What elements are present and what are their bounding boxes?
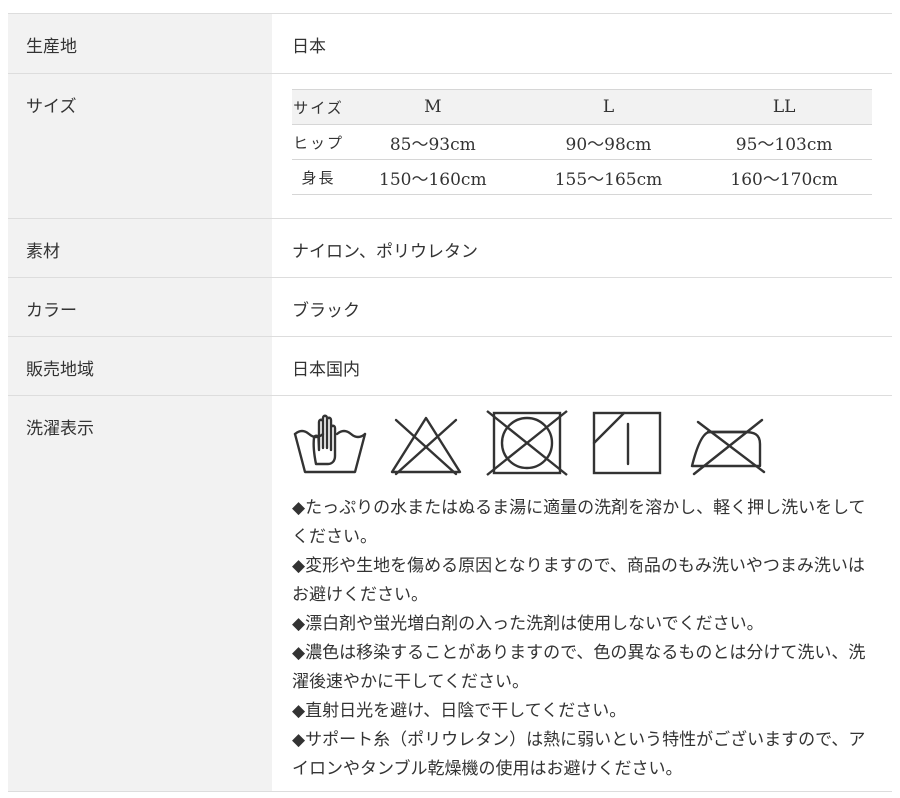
size-chart-row-label: ヒップ	[292, 133, 344, 152]
size-chart-header: サイズ M L LL	[292, 89, 872, 125]
no-bleach-icon	[390, 416, 462, 476]
spec-row-care: 洗濯表示 ◆たっぷりの水またはぬるま湯に適量の洗剤を溶かし、軽く押し洗いをしてく…	[8, 395, 892, 792]
care-symbols	[292, 410, 872, 486]
size-chart-cell: 90〜98cm	[565, 134, 652, 155]
size-chart-row-label: 身長	[301, 168, 336, 187]
spec-row-color: カラー ブラック	[8, 277, 892, 337]
size-chart-row-height: 身長 150〜160cm 155〜165cm 160〜170cm	[292, 159, 872, 195]
size-chart-row-hip: ヒップ 85〜93cm 90〜98cm 95〜103cm	[292, 124, 872, 160]
spec-label-origin: 生産地	[8, 13, 272, 74]
spec-row-region: 販売地域 日本国内	[8, 336, 892, 396]
size-chart: サイズ M L LL ヒップ 85〜93cm 90〜98cm 95〜103cm …	[292, 89, 872, 195]
size-chart-cell: 85〜93cm	[389, 134, 476, 155]
spec-value-region: 日本国内	[292, 360, 360, 380]
size-chart-cell: 160〜170cm	[730, 169, 838, 190]
size-chart-header-cell: LL	[696, 89, 872, 125]
spec-label-size: サイズ	[8, 73, 272, 219]
spec-value-material: ナイロン、ポリウレタン	[292, 242, 478, 262]
size-chart-cell: 95〜103cm	[735, 134, 833, 155]
care-note: ◆たっぷりの水またはぬるま湯に適量の洗剤を溶かし、軽く押し洗いをしてください。	[292, 498, 866, 547]
care-note: ◆変形や生地を傷める原因となりますので、商品のもみ洗いやつまみ洗いはお避けくださ…	[292, 556, 865, 605]
spec-label-care: 洗濯表示	[8, 395, 272, 792]
spec-value-size: サイズ M L LL ヒップ 85〜93cm 90〜98cm 95〜103cm …	[272, 74, 892, 219]
drip-dry-shade-icon	[592, 411, 662, 475]
size-chart-header-cell: サイズ	[292, 89, 345, 125]
spec-value-color: ブラック	[292, 301, 360, 321]
size-chart-header-cell: L	[520, 89, 697, 125]
no-iron-icon	[690, 418, 766, 476]
size-chart-cell: 150〜160cm	[379, 169, 487, 190]
spec-label-region: 販売地域	[8, 336, 272, 396]
care-note: ◆濃色は移染することがありますので、色の異なるものとは分けて洗い、洗濯後速やかに…	[292, 643, 866, 692]
spec-label-color: カラー	[8, 277, 272, 337]
spec-value-origin: 日本	[292, 37, 326, 57]
size-chart-cell: 155〜165cm	[554, 169, 663, 190]
size-chart-header-cell: M	[344, 89, 521, 125]
spec-value-care: ◆たっぷりの水またはぬるま湯に適量の洗剤を溶かし、軽く押し洗いをしてください。 …	[272, 396, 892, 792]
hand-wash-icon	[293, 414, 367, 474]
no-tumble-dry-icon	[486, 410, 568, 476]
product-spec-table: 生産地 日本 サイズ サイズ M L LL ヒップ 85〜93cm 90〜98c…	[8, 13, 892, 792]
care-note: ◆漂白剤や蛍光増白剤の入った洗剤は使用しないでください。	[292, 614, 764, 634]
spec-label-material: 素材	[8, 218, 272, 278]
care-note: ◆直射日光を避け、日陰で干してください。	[292, 701, 627, 721]
care-note: ◆サポート糸（ポリウレタン）は熱に弱いという特性がございますので、アイロンやタン…	[292, 730, 866, 779]
spec-row-origin: 生産地 日本	[8, 13, 892, 74]
care-notes: ◆たっぷりの水またはぬるま湯に適量の洗剤を溶かし、軽く押し洗いをしてください。 …	[292, 494, 872, 784]
spec-row-material: 素材 ナイロン、ポリウレタン	[8, 218, 892, 278]
spec-row-size: サイズ サイズ M L LL ヒップ 85〜93cm 90〜98cm 95〜10…	[8, 73, 892, 219]
